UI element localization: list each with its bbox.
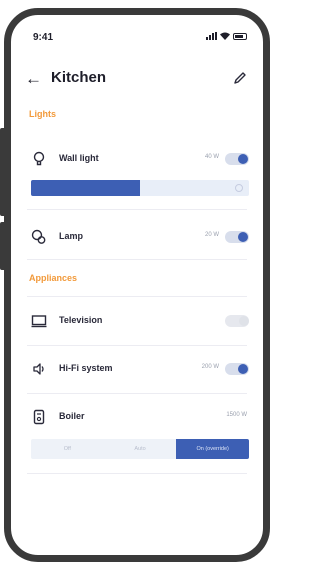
divider: [27, 296, 247, 297]
volume-up-button: [0, 128, 6, 216]
device-name: Hi-Fi system: [59, 363, 113, 373]
signal-icon: [206, 32, 217, 40]
wifi-icon: [220, 32, 230, 40]
pencil-icon[interactable]: [233, 71, 247, 85]
device-name: Lamp: [59, 231, 84, 241]
speaker-icon: [33, 363, 44, 375]
wall-light-toggle[interactable]: [225, 153, 249, 165]
section-label-appliances: Appliances: [29, 273, 78, 283]
toggle-knob: [238, 154, 248, 164]
slider-handle[interactable]: [235, 184, 243, 192]
page-title: Kitchen: [51, 69, 107, 86]
device-row-boiler: Boiler 1500 W: [11, 401, 263, 437]
device-row-wall-light: Wall light 40 W: [11, 143, 263, 179]
status-time: 9:41: [33, 32, 54, 43]
divider: [27, 209, 247, 210]
device-power: 1500 W: [226, 412, 247, 418]
hifi-toggle[interactable]: [225, 363, 249, 375]
television-toggle[interactable]: [225, 315, 249, 327]
device-power: 40 W: [204, 154, 219, 160]
lamp-toggle[interactable]: [225, 231, 249, 243]
toggle-knob: [238, 232, 248, 242]
device-name: Wall light: [59, 153, 99, 163]
boiler-icon: [33, 409, 45, 425]
status-icons: [206, 32, 247, 40]
phone-frame: 9:41 ← Kitchen Lights Wall light 40 W La…: [4, 8, 270, 562]
boiler-mode-selector: Off Auto On (override): [31, 439, 249, 459]
back-arrow-icon[interactable]: ←: [25, 69, 42, 89]
mode-on-override-option[interactable]: On (override): [176, 439, 249, 459]
slider-fill: [31, 180, 140, 196]
tv-icon: [31, 315, 47, 328]
status-bar: 9:41: [11, 15, 263, 49]
volume-down-button: [0, 222, 6, 270]
lamp-icon: [31, 229, 46, 244]
divider: [27, 473, 247, 474]
divider: [27, 345, 247, 346]
mode-off-option[interactable]: Off: [31, 439, 104, 459]
light-bulb-icon: [33, 151, 45, 166]
header: ← Kitchen: [11, 61, 263, 97]
device-power: 200 W: [201, 364, 219, 370]
wall-light-dimmer-slider[interactable]: [31, 180, 249, 196]
device-row-hifi: Hi-Fi system 200 W: [11, 353, 263, 389]
device-name: Television: [59, 315, 103, 325]
device-name: Boiler: [59, 411, 85, 421]
device-row-lamp: Lamp 20 W: [11, 221, 263, 257]
mode-auto-option[interactable]: Auto: [104, 439, 177, 459]
device-power: 20 W: [204, 232, 219, 238]
toggle-knob: [238, 364, 248, 374]
divider: [27, 393, 247, 394]
divider: [27, 259, 247, 260]
toggle-knob: [239, 316, 249, 326]
section-label-lights: Lights: [29, 109, 56, 119]
device-row-television: Television: [11, 305, 263, 341]
battery-icon: [233, 32, 247, 40]
